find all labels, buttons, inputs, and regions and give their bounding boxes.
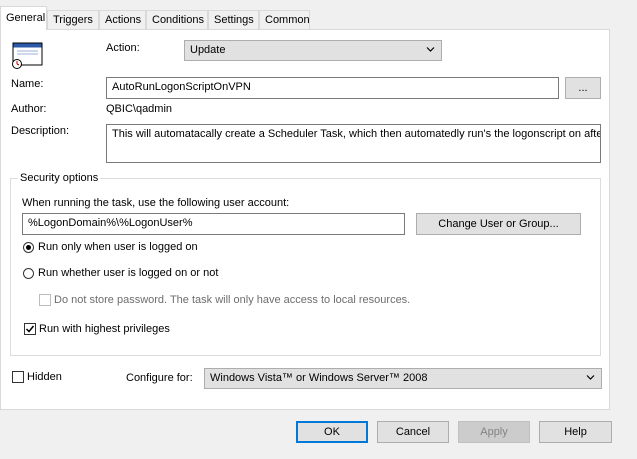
security-options-title: Security options [18,172,101,184]
action-dropdown[interactable]: Update [184,40,442,61]
configure-for-value: Windows Vista™ or Windows Server™ 2008 [210,372,428,384]
configure-for-label: Configure for: [126,372,193,384]
description-field[interactable]: This will automatacally create a Schedul… [106,124,601,163]
run-highest-privileges-checkbox[interactable] [24,323,36,335]
change-user-group-button[interactable]: Change User or Group... [416,213,581,235]
author-value: QBIC\qadmin [106,103,173,115]
tab-settings[interactable]: Settings [208,10,259,29]
tab-conditions[interactable]: Conditions [146,10,208,29]
user-account-field[interactable]: %LogonDomain%\%LogonUser% [22,213,405,235]
configure-for-dropdown[interactable]: Windows Vista™ or Windows Server™ 2008 [204,368,602,389]
scheduled-task-icon [12,42,44,70]
hidden-label[interactable]: Hidden [27,371,62,383]
browse-name-button[interactable]: ... [565,77,601,99]
action-label: Action: [106,42,140,54]
run-highest-privileges-label[interactable]: Run with highest privileges [39,323,170,335]
name-label: Name: [11,78,44,90]
tab-general[interactable]: General [0,6,47,30]
tab-actions[interactable]: Actions [99,10,146,29]
action-value: Update [190,44,226,56]
run-only-logged-on-radio[interactable] [23,242,34,253]
description-label: Description: [11,125,70,137]
ok-button[interactable]: OK [296,421,368,443]
author-label: Author: [11,103,47,115]
tab-common[interactable]: Common [259,10,310,29]
checkmark-icon [25,325,35,333]
apply-button: Apply [458,421,530,443]
do-not-store-password-label: Do not store password. The task will onl… [54,294,411,306]
run-whether-logged-on-label[interactable]: Run whether user is logged on or not [38,267,218,279]
run-as-prompt: When running the task, use the following… [22,197,290,209]
run-only-logged-on-label[interactable]: Run only when user is logged on [38,241,198,253]
hidden-checkbox[interactable] [12,371,24,383]
chevron-down-icon [426,47,435,52]
name-field[interactable]: AutoRunLogonScriptOnVPN [106,77,559,99]
run-whether-logged-on-radio[interactable] [23,268,34,279]
do-not-store-password-checkbox [39,294,51,306]
tab-triggers[interactable]: Triggers [47,10,99,29]
chevron-down-icon [586,375,595,380]
cancel-button[interactable]: Cancel [377,421,449,443]
help-button[interactable]: Help [539,421,612,443]
